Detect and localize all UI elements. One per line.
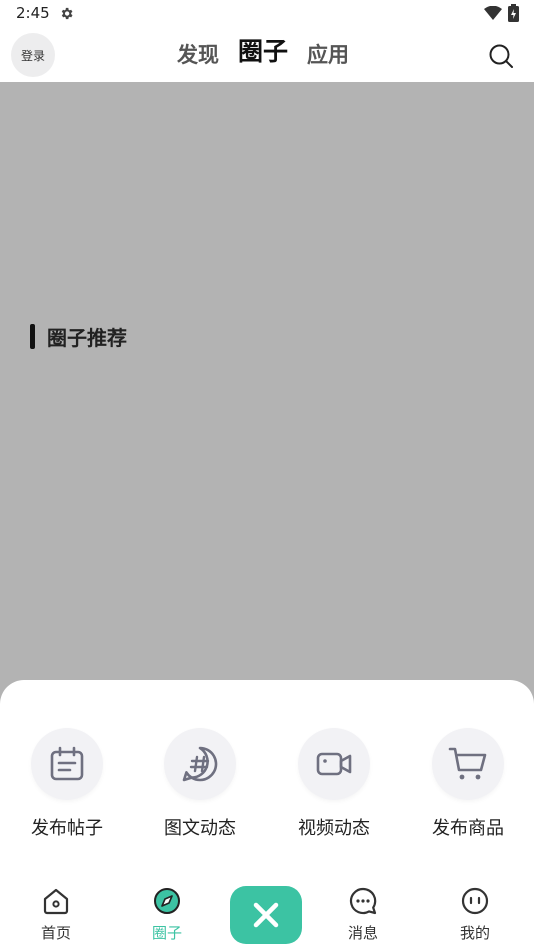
status-bar: 2:45: [0, 0, 534, 28]
search-icon[interactable]: [488, 43, 514, 69]
status-time: 2:45: [16, 4, 50, 22]
login-button[interactable]: 登录: [11, 33, 55, 77]
shopping-cart-icon: [448, 747, 487, 780]
section-title: 圈子推荐: [47, 326, 127, 350]
nav-item-profile[interactable]: 我的: [435, 886, 515, 943]
tab-discover[interactable]: 发现: [177, 41, 219, 69]
action-icon-circle: [31, 728, 103, 800]
nav-item-circle[interactable]: 圈子: [127, 886, 207, 943]
action-label: 发布商品: [432, 818, 504, 839]
battery-charging-icon: [508, 4, 519, 22]
action-label: 视频动态: [298, 818, 370, 839]
nav-label: 我的: [459, 924, 490, 942]
action-icon-circle: [164, 728, 236, 800]
home-icon: [43, 888, 69, 915]
action-label: 发布帖子: [31, 818, 103, 839]
close-publish-button[interactable]: [230, 886, 302, 944]
nav-label: 圈子: [151, 924, 182, 942]
settings-gear-icon: [61, 7, 73, 20]
wifi-icon: [484, 6, 502, 20]
login-label: 登录: [20, 48, 45, 63]
chat-icon: [349, 887, 377, 915]
image-text-post-button[interactable]: 图文动态: [140, 728, 260, 840]
action-label: 图文动态: [164, 818, 236, 839]
calendar-note-icon: [50, 746, 84, 781]
video-post-button[interactable]: 视频动态: [274, 728, 394, 840]
action-icon-circle: [432, 728, 504, 800]
section-heading: 圈子推荐: [30, 322, 127, 351]
compass-icon: [154, 888, 180, 914]
action-icon-circle: [298, 728, 370, 800]
top-header: 登录 发现 圈子 应用: [0, 28, 534, 82]
video-camera-icon: [316, 752, 352, 776]
profile-face-icon: [461, 887, 489, 915]
publish-post-button[interactable]: 发布帖子: [7, 728, 127, 840]
tab-circle[interactable]: 圈子: [238, 38, 288, 66]
nav-label: 首页: [40, 924, 71, 942]
close-icon: [253, 902, 279, 928]
section-accent-bar: [30, 324, 35, 349]
nav-item-home[interactable]: 首页: [16, 886, 96, 943]
bottom-nav: 首页 圈子 消息 我的: [0, 880, 534, 950]
tab-apps[interactable]: 应用: [307, 41, 349, 69]
nav-label: 消息: [347, 924, 378, 942]
hashtag-icon: [182, 746, 218, 782]
nav-item-messages[interactable]: 消息: [323, 886, 403, 943]
publish-product-button[interactable]: 发布商品: [408, 728, 528, 840]
